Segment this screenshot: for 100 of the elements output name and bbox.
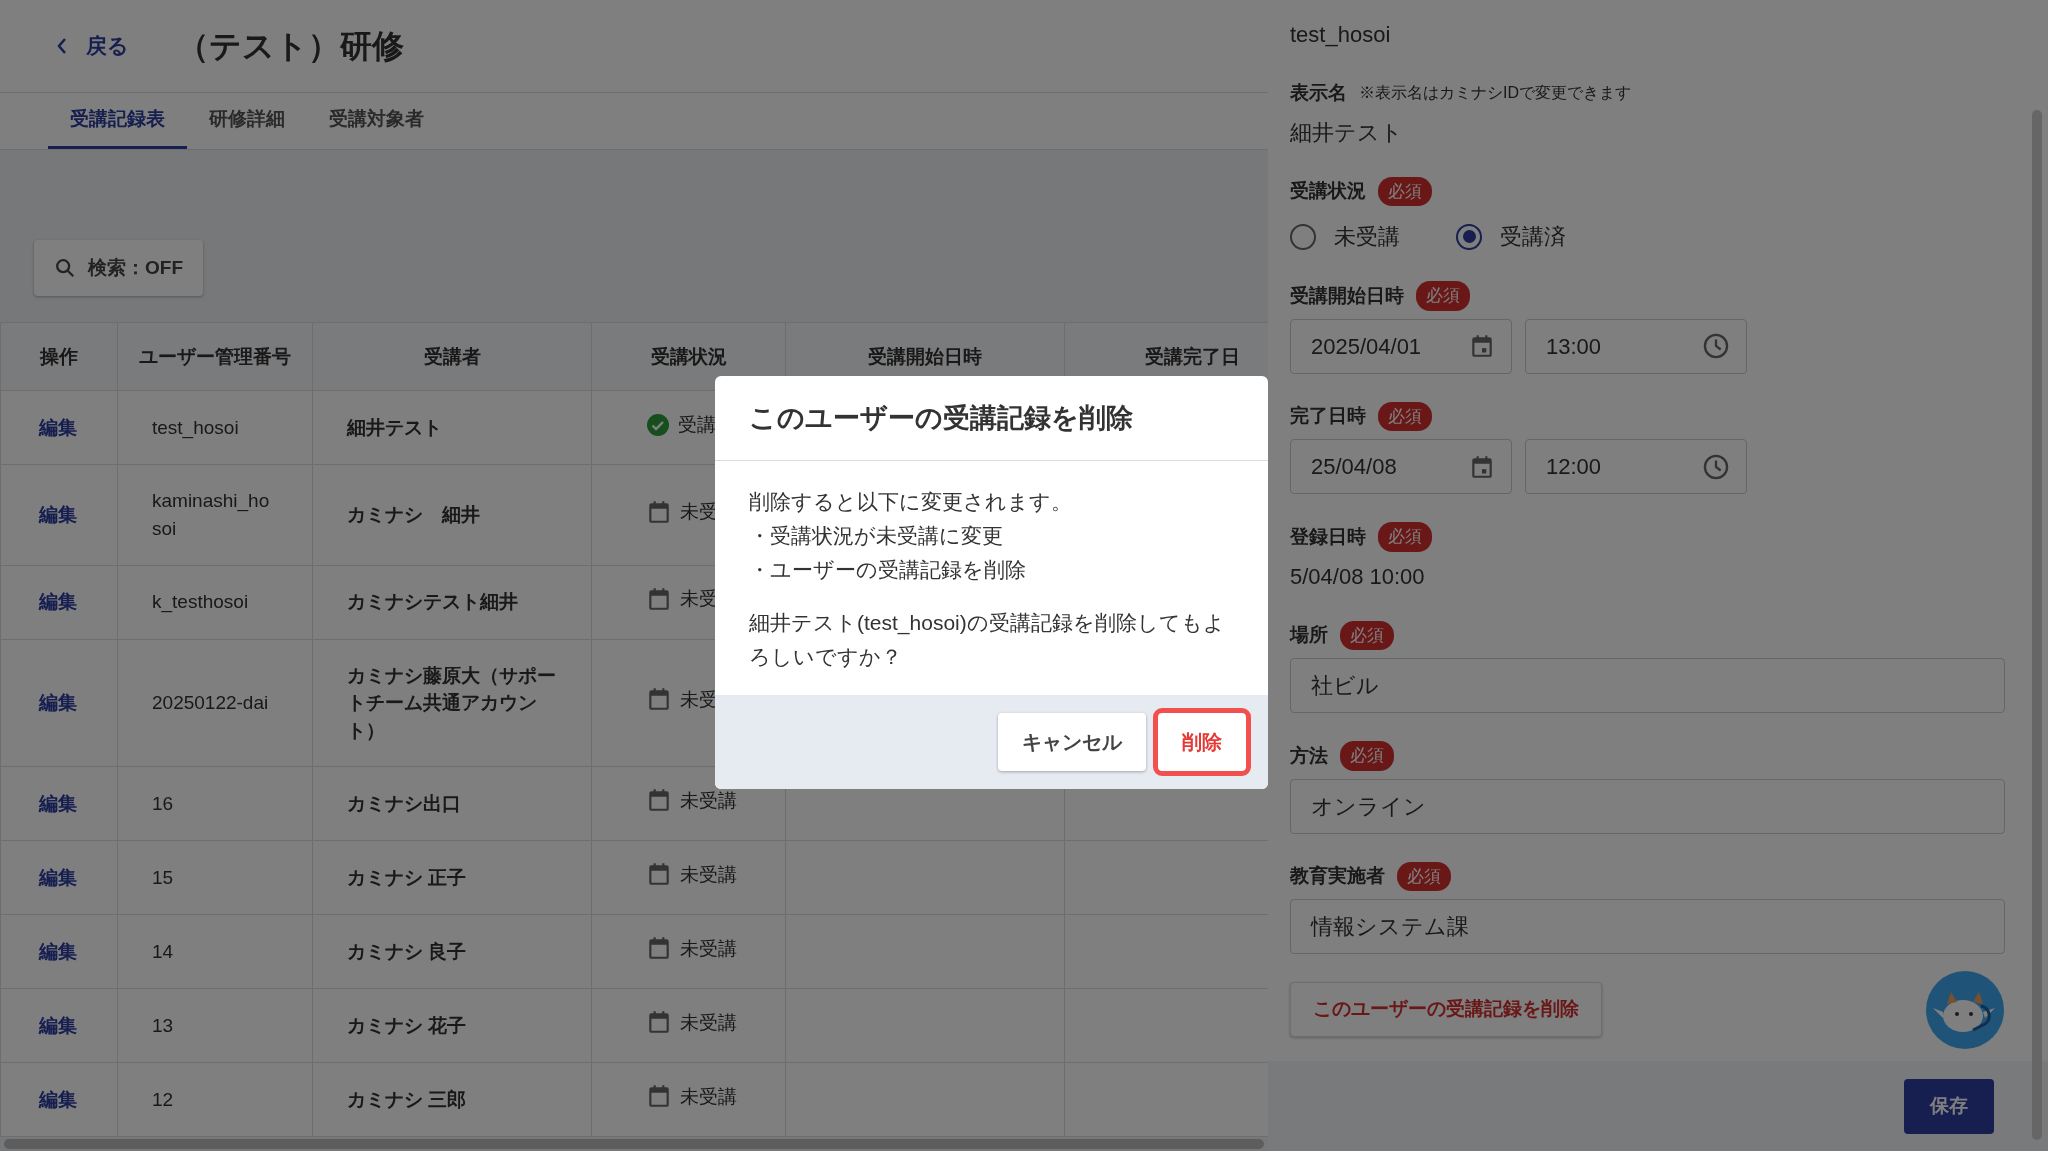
field-label: 受講開始日時 xyxy=(1290,283,1404,308)
search-button[interactable]: 検索：OFF xyxy=(34,239,203,297)
dialog-title: このユーザーの受講記録を削除 xyxy=(715,376,1268,462)
table-cell: カミナシ 細井 xyxy=(312,464,592,566)
table-cell: k_testhosoi xyxy=(117,565,313,640)
chat-mascot-icon[interactable] xyxy=(1925,970,2005,1050)
required-tag: 必須 xyxy=(1378,522,1432,552)
tab[interactable]: 研修詳細 xyxy=(187,93,307,149)
calendar-icon xyxy=(646,1009,672,1036)
edit-link[interactable]: 編集 xyxy=(39,504,77,526)
status-text: 未受講 xyxy=(680,1084,737,1109)
delete-record-button[interactable]: このユーザーの受講記録を削除 xyxy=(1290,982,1602,1037)
status-text: 未受 xyxy=(680,687,718,712)
search-icon xyxy=(54,257,76,280)
text-field[interactable]: 社ビル xyxy=(1290,658,2005,713)
cancel-button[interactable]: キャンセル xyxy=(998,713,1146,772)
radio-button[interactable] xyxy=(1290,223,1316,250)
edit-link[interactable]: 編集 xyxy=(39,792,77,814)
required-tag: 必須 xyxy=(1397,861,1451,891)
required-tag: 必須 xyxy=(1378,401,1432,431)
table-cell: test_hosoi xyxy=(117,390,313,465)
field-note: ※表示名はカミナシIDで変更できます xyxy=(1359,83,1631,104)
calendar-icon xyxy=(646,498,672,525)
table-cell: カミナシテスト細井 xyxy=(312,565,592,640)
table-cell: 細井テスト xyxy=(312,390,592,465)
column-header: 操作 xyxy=(0,322,118,391)
check-circle-icon xyxy=(646,413,670,438)
back-link[interactable]: 戻る xyxy=(56,30,129,62)
text-field[interactable]: オンライン xyxy=(1290,778,2005,834)
date-field[interactable]: 2025/04/01 xyxy=(1290,318,1512,374)
edit-link[interactable]: 編集 xyxy=(39,692,77,714)
chevron-left-icon xyxy=(56,37,68,56)
status-text: 未受講 xyxy=(680,936,737,961)
field-label: 場所 xyxy=(1290,623,1328,647)
text-field[interactable]: 情報システム課 xyxy=(1290,899,2005,954)
time-field[interactable]: 13:00 xyxy=(1525,318,1747,374)
field-value: test_hosoi xyxy=(1290,21,1392,49)
column-header: 受講者 xyxy=(312,322,592,391)
table-cell: カミナシ藤原大（サポートチーム共通アカウント） xyxy=(312,639,592,767)
edit-link[interactable]: 編集 xyxy=(39,591,77,613)
required-tag: 必須 xyxy=(1340,620,1394,650)
clock-icon[interactable] xyxy=(1702,332,1730,360)
required-tag: 必須 xyxy=(1416,281,1470,311)
table-cell: カミナシ 三郎 xyxy=(312,1062,592,1137)
required-tag: 必須 xyxy=(1340,741,1394,771)
time-field[interactable]: 12:00 xyxy=(1525,439,1747,494)
table-cell: カミナシ 良子 xyxy=(312,914,592,989)
calendar-icon xyxy=(646,585,672,612)
field-label: 登録日時 xyxy=(1290,524,1366,549)
status-text: 未受 xyxy=(680,499,718,524)
dialog-text: ・受講状況が未受講に変更 xyxy=(749,523,1004,549)
required-tag: 必須 xyxy=(1378,176,1432,206)
table-cell: 12 xyxy=(117,1062,313,1137)
date-field[interactable]: 25/04/08 xyxy=(1290,439,1512,494)
table-cell: 13 xyxy=(117,988,313,1063)
field-value: 5/04/08 10:00 xyxy=(1290,562,1426,591)
field-label: 完了日時 xyxy=(1290,404,1366,428)
calendar-icon xyxy=(646,1083,672,1110)
column-header: 受講状況 xyxy=(591,322,786,391)
save-button[interactable]: 保存 xyxy=(1904,1078,1994,1134)
field-label: 受講状況 xyxy=(1290,179,1366,203)
edit-link[interactable]: 編集 xyxy=(39,1014,77,1036)
table-cell: 16 xyxy=(117,766,313,841)
table-cell: カミナシ 花子 xyxy=(312,988,592,1063)
field-value: 細井テスト xyxy=(1290,118,1404,147)
table-cell: 20250122-dai xyxy=(117,639,313,767)
dialog-text: ・ユーザーの受講記録を削除 xyxy=(749,556,1027,583)
calendar-icon xyxy=(646,686,672,713)
column-header: ユーザー管理番号 xyxy=(117,322,313,391)
dialog-text: 削除すると以下に変更されます。 xyxy=(749,489,1073,516)
status-text: 未受 xyxy=(680,586,718,611)
status-text: 未受講 xyxy=(680,862,737,887)
calendar-icon xyxy=(646,861,672,888)
scrollbar[interactable] xyxy=(2032,110,2042,1140)
edit-link[interactable]: 編集 xyxy=(39,417,77,439)
scrollbar[interactable] xyxy=(4,1139,1264,1149)
calendar-icon[interactable] xyxy=(1469,333,1495,359)
table-cell: 15 xyxy=(117,840,313,915)
calendar-icon xyxy=(646,935,672,962)
edit-link[interactable]: 編集 xyxy=(39,940,77,962)
field-label: 表示名 xyxy=(1290,81,1347,105)
tab[interactable]: 受講対象者 xyxy=(307,93,446,149)
edit-link[interactable]: 編集 xyxy=(39,866,77,888)
radio-label[interactable]: 未受講 xyxy=(1334,220,1400,253)
table-cell: カミナシ出口 xyxy=(312,766,592,841)
radio-label[interactable]: 受講済 xyxy=(1500,220,1566,253)
status-text: 未受講 xyxy=(680,788,737,813)
table-cell: 14 xyxy=(117,914,313,989)
status-text: 受講 xyxy=(678,413,716,438)
clock-icon[interactable] xyxy=(1702,452,1730,481)
status-text: 未受講 xyxy=(680,1010,737,1035)
table-cell: kaminashi_hosoi xyxy=(117,464,313,566)
table-cell: カミナシ 正子 xyxy=(312,840,592,915)
field-label: 教育実施者 xyxy=(1290,864,1385,888)
tab[interactable]: 受講記録表 xyxy=(48,93,187,149)
edit-link[interactable]: 編集 xyxy=(39,1088,77,1110)
dialog-question: 細井テスト(test_hosoi)の受講記録を削除してもよろしいですか？ xyxy=(749,610,1226,670)
calendar-icon[interactable] xyxy=(1469,453,1495,480)
radio-button[interactable] xyxy=(1456,223,1482,250)
calendar-icon xyxy=(646,787,672,814)
